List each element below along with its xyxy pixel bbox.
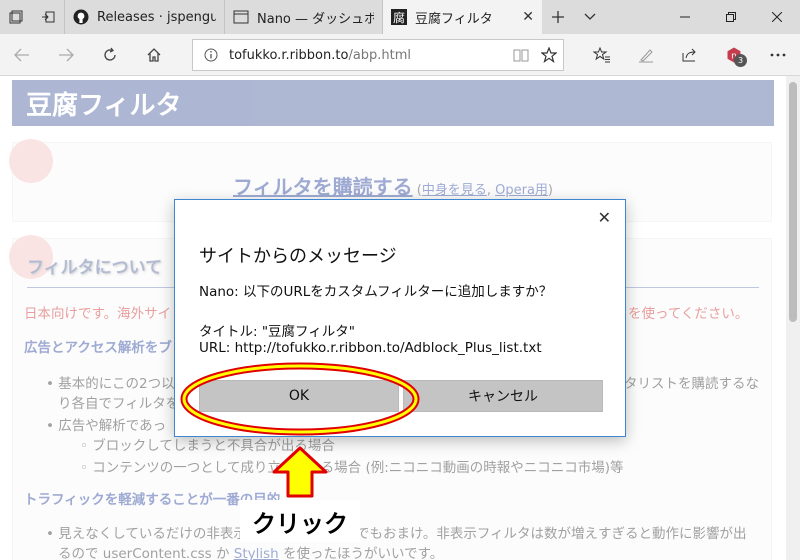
reading-view-icon[interactable]	[507, 41, 535, 69]
list-item-text: を使ったほうがいいです。	[283, 546, 444, 560]
extension-badge: 3	[734, 54, 747, 67]
site-title: 豆腐フィルタ	[26, 90, 182, 121]
click-annotation-label: クリック	[240, 500, 360, 542]
set-aside-tabs-icon[interactable]	[32, 0, 64, 34]
svg-text:腐: 腐	[393, 10, 405, 25]
favorite-star-icon[interactable]	[535, 41, 563, 69]
comma: ,	[486, 183, 491, 198]
browser-window: Releases · jspenguin2 Nano — ダッシュボード 腐 豆…	[0, 0, 800, 560]
subscribe-link[interactable]: フィルタを購読する	[233, 175, 413, 199]
nano-extension-icon[interactable]: n 3	[720, 41, 748, 69]
url-text: tofukko.r.ribbon.to/abp.html	[229, 48, 507, 63]
tab-nano-dashboard[interactable]: Nano — ダッシュボード	[224, 0, 382, 34]
forward-icon[interactable]	[52, 41, 80, 69]
list-item-text: るので userContent.css か	[58, 546, 230, 560]
sub-list-item-text: コンテンツの一つとして成り立っている場合 (例:ニコニコ動画の時報やニコニコ市場…	[92, 460, 624, 476]
list-item-text: 広告や解析であっ	[58, 418, 167, 434]
minimize-icon[interactable]	[662, 0, 708, 34]
about-heading: フィルタについて	[27, 258, 163, 278]
navigation-bar: tofukko.r.ribbon.to/abp.html n 3	[0, 34, 800, 76]
dialog-filter-url: URL: http://tofukko.r.ribbon.to/Adblock_…	[199, 340, 542, 356]
new-tab-icon[interactable]	[542, 0, 574, 34]
tab-label: Releases · jspenguin2	[97, 9, 216, 25]
opera-link[interactable]: Opera用	[495, 183, 548, 198]
list-item-text-end: でもおまけ。非表示フィルタは数が増えすぎると動作に影響が出	[356, 526, 747, 542]
github-icon	[73, 9, 89, 25]
address-bar[interactable]: tofukko.r.ribbon.to/abp.html	[192, 39, 564, 71]
site-info-icon[interactable]	[193, 48, 229, 62]
restore-icon[interactable]	[708, 0, 754, 34]
more-icon[interactable]	[764, 41, 792, 69]
dialog-title: サイトからのメッセージ	[199, 246, 397, 267]
page-icon	[233, 9, 249, 25]
subscribe-line: フィルタを購読する (中身を見る, Opera用)	[13, 171, 773, 200]
favorites-hub-icon[interactable]	[588, 41, 616, 69]
dialog-question: Nano: 以下のURLをカスタムフィルターに追加しますか？	[199, 284, 553, 300]
sub-list-item: ◦ コンテンツの一つとして成り立っている場合 (例:ニコニコ動画の時報やニコニコ…	[80, 460, 624, 476]
tab-releases[interactable]: Releases · jspenguin2	[64, 0, 224, 34]
refresh-icon[interactable]	[96, 41, 124, 69]
list-item-text: 見えなくしているだけの非表示	[58, 526, 247, 542]
section-heading: 広告とアクセス解析をブ	[24, 340, 172, 356]
back-icon[interactable]	[8, 41, 36, 69]
tofu-icon: 腐	[391, 9, 407, 25]
view-contents-link[interactable]: 中身を見る	[422, 183, 487, 198]
tab-label: Nano — ダッシュボード	[257, 11, 374, 27]
page-scrollbar[interactable]	[786, 76, 800, 560]
list-item-continued: るので userContent.css か Stylish を使ったほうがいいで…	[58, 542, 443, 560]
tab-preview-icon[interactable]	[0, 0, 32, 34]
list-item: • 広告や解析であっ	[46, 418, 167, 434]
url-path: /abp.html	[348, 47, 412, 63]
tab-strip: Releases · jspenguin2 Nano — ダッシュボード 腐 豆…	[0, 0, 800, 34]
home-icon[interactable]	[140, 41, 168, 69]
list-item: • 見えなくしているだけの非表示	[46, 526, 247, 542]
tab-tofu-filter[interactable]: 腐 豆腐フィルタ ✕	[382, 0, 542, 34]
dialog-filter-title: タイトル: "豆腐フィルタ"	[199, 324, 355, 340]
list-item-text-end: タリストを購読するな	[624, 376, 759, 392]
highlight-ellipse	[180, 362, 420, 436]
paren-close: )	[547, 183, 553, 198]
stylish-link[interactable]: Stylish	[234, 546, 279, 560]
intro-text-end: を使ってください。	[628, 306, 749, 322]
scrollbar-thumb[interactable]	[789, 82, 797, 322]
close-window-icon[interactable]	[754, 0, 800, 34]
tab-strip-spacer	[606, 0, 662, 34]
pointer-arrow-icon	[272, 446, 328, 498]
close-tab-icon[interactable]: ✕	[514, 9, 534, 25]
site-header: 豆腐フィルタ	[12, 80, 774, 126]
list-item-text: 基本的にこの2つ以	[58, 376, 175, 392]
chevron-down-icon[interactable]	[574, 0, 606, 34]
close-dialog-icon[interactable]: ✕	[598, 208, 611, 227]
intro-text: 日本向けです。海外サイ	[24, 306, 172, 322]
pen-icon[interactable]	[632, 41, 660, 69]
cancel-button[interactable]: キャンセル	[403, 380, 603, 412]
url-host: tofukko.r.ribbon.to	[229, 47, 349, 63]
share-icon[interactable]	[676, 41, 704, 69]
tab-label: 豆腐フィルタ	[415, 11, 493, 27]
list-item-continued: り各自でフィルタを	[58, 396, 180, 412]
list-item: • 基本的にこの2つ以	[46, 376, 175, 392]
